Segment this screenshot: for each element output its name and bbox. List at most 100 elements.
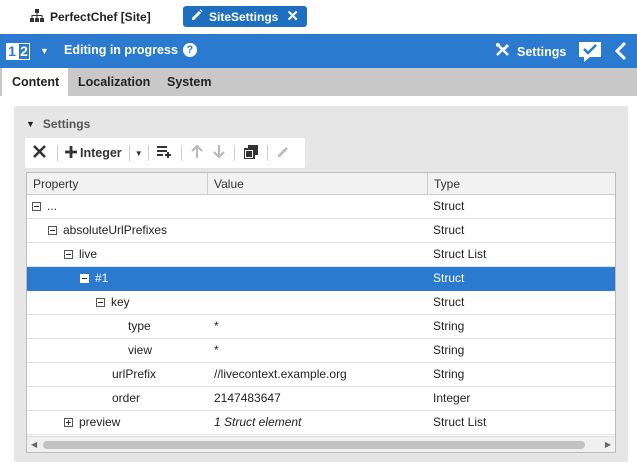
property-cell: live — [27, 243, 208, 266]
type-cell: Struct List — [433, 247, 487, 261]
property-name: order — [112, 391, 141, 405]
table-row[interactable]: view * String — [27, 339, 615, 363]
property-name: type — [128, 319, 151, 333]
app-logo[interactable]: 1 2 — [6, 43, 31, 60]
move-down-button[interactable] — [208, 138, 230, 168]
type-cell: String — [433, 319, 465, 333]
arrow-up-icon — [190, 144, 203, 161]
pencil-icon — [277, 145, 290, 161]
column-header-property[interactable]: Property — [27, 173, 208, 195]
edit-status-label: Editing in progress — [64, 43, 178, 57]
add-integer-button[interactable]: Integer — [62, 138, 125, 168]
type-cell: Struct List — [433, 415, 487, 429]
horizontal-scrollbar[interactable]: ◀ ▶ — [27, 436, 615, 452]
property-cell: #1 — [27, 267, 208, 290]
settings-button[interactable]: Settings — [495, 43, 566, 60]
copy-icon — [242, 144, 258, 162]
tab-system[interactable]: System — [157, 68, 221, 96]
property-name: absoluteUrlPrefixes — [63, 223, 168, 237]
tab-localization[interactable]: Localization — [68, 68, 160, 96]
settings-label: Settings — [517, 44, 567, 59]
value-cell[interactable] — [208, 243, 428, 266]
plus-icon — [65, 145, 77, 161]
value-cell[interactable] — [208, 291, 428, 314]
toolbar-divider — [233, 145, 235, 161]
help-icon[interactable]: ? — [182, 43, 197, 57]
property-cell: key — [27, 291, 208, 314]
tab-sitesettings-label: SiteSettings — [209, 9, 279, 24]
list-add-icon — [157, 145, 172, 161]
duplicate-button[interactable] — [239, 138, 263, 168]
value-cell[interactable]: 2147483647 — [208, 387, 428, 410]
type-cell: Struct — [433, 199, 465, 213]
tab-site[interactable]: PerfectChef [Site] — [30, 6, 151, 27]
delete-button[interactable] — [25, 138, 53, 168]
approve-chat-icon[interactable] — [578, 41, 602, 66]
type-cell: String — [433, 343, 465, 357]
tools-icon — [495, 43, 511, 60]
content-area: ▼ Settings Integer ▼ Property Value Type… — [0, 96, 637, 474]
expand-icon[interactable] — [64, 418, 73, 427]
logo-part-1: 1 — [6, 43, 18, 60]
property-cell: preview — [27, 411, 208, 434]
move-up-button[interactable] — [186, 138, 208, 168]
value-cell[interactable]: * — [208, 339, 428, 362]
value-cell[interactable] — [208, 219, 428, 242]
collapse-icon[interactable] — [48, 226, 57, 235]
collapse-icon[interactable] — [96, 298, 105, 307]
table-row[interactable]: preview 1 Struct element Struct List — [27, 411, 615, 435]
editor-header: 1 2 ▼ Editing in progress ? Settings — [0, 34, 637, 68]
chevron-down-icon[interactable]: ▼ — [40, 46, 49, 56]
collapse-icon[interactable] — [64, 250, 73, 259]
value-cell[interactable]: * — [208, 315, 428, 338]
scroll-left-icon[interactable]: ◀ — [31, 440, 37, 449]
value-cell[interactable] — [208, 195, 428, 218]
value-cell[interactable] — [208, 267, 428, 290]
table-row[interactable]: type * String — [27, 315, 615, 339]
property-name: live — [79, 247, 98, 261]
type-cell: Struct — [433, 271, 465, 285]
property-name: preview — [79, 415, 121, 429]
table-row[interactable]: key Struct — [27, 291, 615, 315]
property-cell: urlPrefix — [27, 363, 208, 386]
table-row[interactable]: ... Struct — [27, 195, 615, 219]
column-header-value[interactable]: Value — [208, 173, 428, 195]
value-cell[interactable]: 1 Struct element — [208, 411, 428, 434]
tab-sitesettings[interactable]: SiteSettings ✕ — [183, 6, 307, 27]
property-grid: Property Value Type ... Struct absoluteUrl… — [26, 172, 616, 453]
collapse-chevron-icon[interactable] — [614, 41, 628, 64]
table-row[interactable]: order 2147483647 Integer — [27, 387, 615, 411]
tab-content[interactable]: Content — [2, 68, 69, 96]
scrollbar-thumb[interactable] — [43, 441, 585, 449]
property-cell: ... — [27, 195, 208, 218]
table-row[interactable]: live Struct List — [27, 243, 615, 267]
collapse-triangle-icon[interactable]: ▼ — [26, 119, 35, 129]
table-row[interactable]: absoluteUrlPrefixes Struct — [27, 219, 615, 243]
edit-status: Editing in progress ? — [64, 43, 197, 57]
grid-body: ... Struct absoluteUrlPrefixes Struct live St… — [27, 195, 615, 435]
toolbar-divider — [128, 145, 130, 161]
property-cell: type — [27, 315, 208, 338]
value-cell[interactable]: //livecontext.example.org — [208, 363, 428, 386]
settings-panel-title: Settings — [42, 117, 91, 131]
add-type-dropdown[interactable]: ▼ — [134, 138, 144, 168]
table-row[interactable]: #1 Struct — [27, 267, 615, 291]
property-cell: view — [27, 339, 208, 362]
table-row[interactable]: urlPrefix //livecontext.example.org String — [27, 363, 615, 387]
add-list-item-button[interactable] — [153, 138, 177, 168]
toolbar-divider — [180, 145, 182, 161]
collapse-icon[interactable] — [32, 202, 41, 211]
add-integer-label: Integer — [80, 146, 122, 160]
scroll-right-icon[interactable]: ▶ — [605, 440, 611, 449]
type-cell: Struct — [433, 295, 465, 309]
property-name: urlPrefix — [112, 367, 157, 381]
settings-panel-header[interactable]: ▼ Settings — [26, 117, 90, 131]
collapse-icon[interactable] — [80, 274, 89, 283]
pencil-icon — [191, 9, 203, 24]
property-cell: order — [27, 387, 208, 410]
property-name: ... — [47, 199, 58, 213]
settings-panel: ▼ Settings Integer ▼ Property Value Type… — [14, 106, 628, 462]
close-tab-icon[interactable]: ✕ — [286, 9, 299, 24]
column-header-type[interactable]: Type — [428, 173, 615, 195]
edit-button[interactable] — [272, 138, 296, 168]
